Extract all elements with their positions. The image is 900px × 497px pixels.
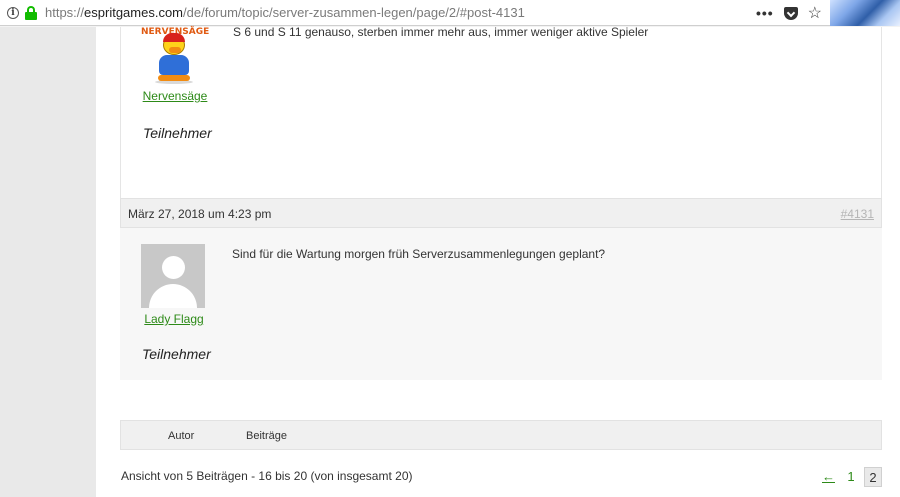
author-name-link[interactable]: Lady Flagg	[120, 312, 228, 326]
bookmark-star-icon[interactable]: ☆	[808, 3, 822, 23]
topic-footer-bar: Autor Beiträge	[120, 420, 882, 450]
post-text: Sind für die Wartung morgen früh Serverz…	[232, 247, 606, 261]
post-permalink[interactable]: #4131	[841, 207, 874, 221]
prev-page-link[interactable]: ←	[819, 467, 838, 487]
browser-theme-decoration	[830, 0, 900, 26]
reply-header: März 27, 2018 um 4:23 pm #4131	[120, 198, 882, 228]
page-current-2: 2	[864, 467, 882, 487]
column-posts: Beiträge	[246, 430, 287, 442]
author-name-link[interactable]: Nervensäge	[121, 89, 229, 103]
author-role: Teilnehmer	[142, 346, 211, 362]
browser-url-bar[interactable]: i https://espritgames.com/de/forum/topic…	[0, 0, 900, 26]
url-host: espritgames.com	[84, 5, 184, 20]
post-date: März 27, 2018 um 4:23 pm	[128, 207, 272, 221]
pagination: ← 1 2	[819, 467, 882, 487]
url-prefix: https://	[45, 5, 85, 20]
page: NERVENSÄGE Nervensäge Teilnehmer S 6 und…	[0, 25, 900, 497]
forum-reply: NERVENSÄGE Nervensäge Teilnehmer S 6 und…	[120, 25, 882, 198]
site-info-icon[interactable]: i	[7, 6, 19, 19]
page-link-1[interactable]: 1	[842, 467, 860, 487]
forum-content: NERVENSÄGE Nervensäge Teilnehmer S 6 und…	[96, 25, 900, 497]
lock-icon	[25, 5, 37, 20]
url-path: /de/forum/topic/server-zusammen-legen/pa…	[183, 5, 525, 20]
post-text: S 6 und S 11 genauso, sterben immer mehr…	[233, 25, 649, 39]
author-role: Teilnehmer	[143, 125, 212, 141]
pagination-count: Ansicht von 5 Beiträgen - 16 bis 20 (von…	[121, 469, 413, 483]
author-avatar[interactable]	[141, 244, 205, 308]
column-author: Autor	[168, 430, 195, 442]
page-actions-icon[interactable]: •••	[756, 5, 774, 21]
forum-reply: Lady Flagg Teilnehmer Sind für die Wartu…	[120, 228, 882, 380]
pocket-icon[interactable]	[783, 6, 798, 20]
left-margin	[0, 27, 96, 497]
author-avatar[interactable]: NERVENSÄGE	[141, 27, 209, 85]
url-text[interactable]: https://espritgames.com/de/forum/topic/s…	[45, 5, 525, 20]
